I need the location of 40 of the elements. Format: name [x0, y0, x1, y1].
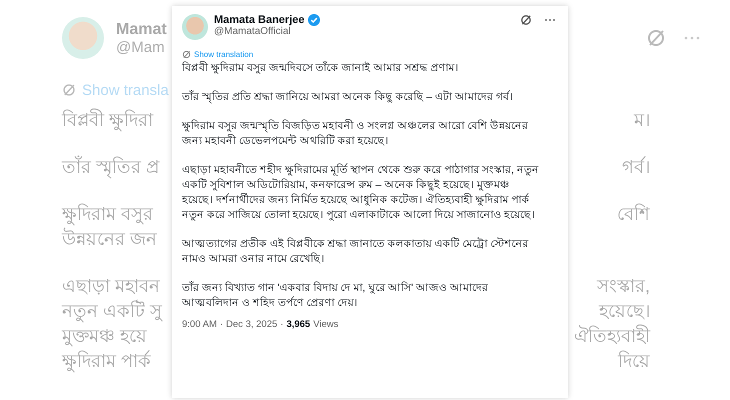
faded-text: সংস্কার, [596, 275, 650, 298]
author-handle: @MamataOfficial [214, 26, 292, 37]
tweet-paragraph: তাঁর জন্য বিখ্যাত গান 'একবার বিদায় দে মা, ঘুরে আসি' আজও আমাদের আত্মবলিদান ও শহিদ তর্পণে প্রেরণা দেয়। [182, 281, 490, 311]
author-handle: @Mam [116, 38, 166, 56]
tweet-paragraph: ক্ষুদিরাম বসুর জন্মস্মৃতি বিজড়িত মহাবনী ও সংলগ্ন অঞ্চলের আরো বেশি উন্নয়নের জন্য মহাবনী ডেভেলপমেন্ট অথরিটি করা হয়েছে। [182, 119, 530, 149]
faded-text: ম। [634, 109, 650, 132]
avatar [182, 14, 208, 40]
tweet-date: Dec 3, 2025 [226, 319, 278, 330]
faded-text: উন্নয়নের জন [62, 227, 158, 251]
tweet-paragraph: আত্মত্যাগের প্রতীক এই বিপ্লবীকে শ্রদ্ধা জানাতে কলকাতায় একটি মেট্রো স্টেশনের নামও আমরা ওনার নামে রেখেছি। [182, 237, 530, 267]
faded-text: ঐতিহ্যবাহী [574, 324, 650, 348]
more-icon[interactable] [544, 18, 556, 22]
separator: · [220, 319, 224, 330]
show-translation-link[interactable]: Show translation [194, 50, 254, 59]
faded-text: নতুন একটি সু [62, 299, 162, 324]
faded-text: মুক্তমঞ্চ হয়ে [62, 325, 148, 348]
faded-text: দিয়ে [618, 350, 650, 373]
slash-circle-icon [646, 28, 666, 48]
faded-text: বেশি [617, 202, 650, 226]
avatar [62, 17, 104, 59]
faded-text: গর্ব। [622, 155, 650, 179]
slash-circle-icon[interactable] [520, 14, 532, 26]
faded-text: ক্ষুদিরাম বসুর [62, 202, 154, 227]
views-label: Views [313, 319, 338, 330]
faded-text: ক্ষুদিরাম পার্ক [62, 349, 152, 374]
faded-text: তাঁর স্মৃতির প্র [62, 155, 160, 180]
author-name: Mamat [116, 20, 167, 38]
tweet-paragraph: বিপ্লবী ক্ষুদিরাম বসুর জন্মদিবসে তাঁকে জানাই আমার সশ্রদ্ধ প্রণাম। [182, 61, 460, 76]
more-icon [684, 36, 700, 40]
author-name: Mamata Banerjee [214, 14, 304, 26]
faded-text: এছাড়া মহাবন [62, 275, 160, 298]
slash-circle-icon [182, 50, 191, 59]
tweet-paragraph: এছাড়া মহাবনীতে শহীদ ক্ষুদিরামের মূর্তি স্থাপন থেকে শুরু করে পাঠাগার সংস্কার, নতুন একটি সুবিশাল অডিটোরিয়াম, কনফারেন্স রুম – অনেক কিছুই হয়েছে। মুক্তমঞ্চ হয়েছে। দর্শনার্থীদের জন্য নির্মিত হয়েছে আধুনিক কটেজ। ঐতিহ্যবাহী ক্ষুদিরাম পার্ক নতুন করে সাজিয়ে তোলা হয়েছে। পুরো এলাকাটাকে আলো দিয়ে সাজানোও হয়েছে। [182, 163, 540, 223]
slash-circle-icon [62, 83, 76, 97]
tweet-time: 9:00 AM [182, 319, 217, 330]
faded-text: হয়েছে। [599, 300, 650, 323]
separator: · [280, 319, 284, 330]
faded-text: বিপ্লবী ক্ষুদিরা [62, 108, 154, 133]
views-count: 3,965 [286, 319, 310, 330]
tweet-paragraph: তাঁর স্মৃতির প্রতি শ্রদ্ধা জানিয়ে আমরা অনেক কিছু করেছি – এটা আমাদের গর্ব। [182, 90, 514, 105]
